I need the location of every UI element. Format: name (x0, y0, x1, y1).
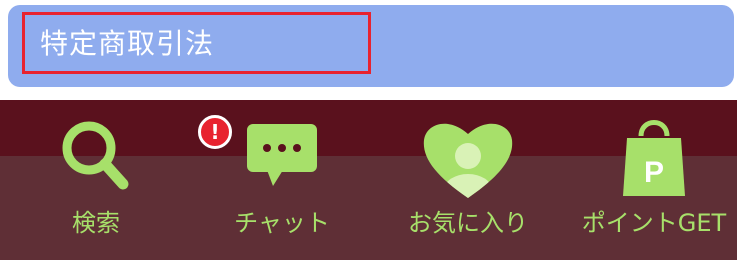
bottom-spacer (0, 260, 737, 274)
search-icon (62, 121, 129, 190)
bottom-nav: 検索 チャット お気に入り P ポイントGET ! (0, 100, 737, 260)
heart-user-icon (423, 123, 513, 198)
header-area: 特定商取引法 (0, 0, 737, 100)
tab-chat-label: チャット (234, 209, 330, 237)
tab-favorites-label: お気に入り (408, 209, 528, 237)
points-bag-icon: P (623, 120, 685, 196)
chat-bubble-icon (247, 124, 317, 186)
tab-favorites[interactable]: お気に入り (378, 100, 558, 260)
divider (0, 87, 737, 100)
tab-points-label: ポイントGET (581, 209, 727, 237)
tab-points[interactable]: P ポイントGET (564, 100, 737, 260)
tab-search-label: 検索 (72, 209, 120, 237)
notification-badge: ! (198, 115, 232, 149)
page-title[interactable]: 特定商取引法 (40, 24, 214, 64)
points-bag-letter: P (644, 156, 664, 189)
tab-search[interactable]: 検索 (6, 100, 186, 260)
